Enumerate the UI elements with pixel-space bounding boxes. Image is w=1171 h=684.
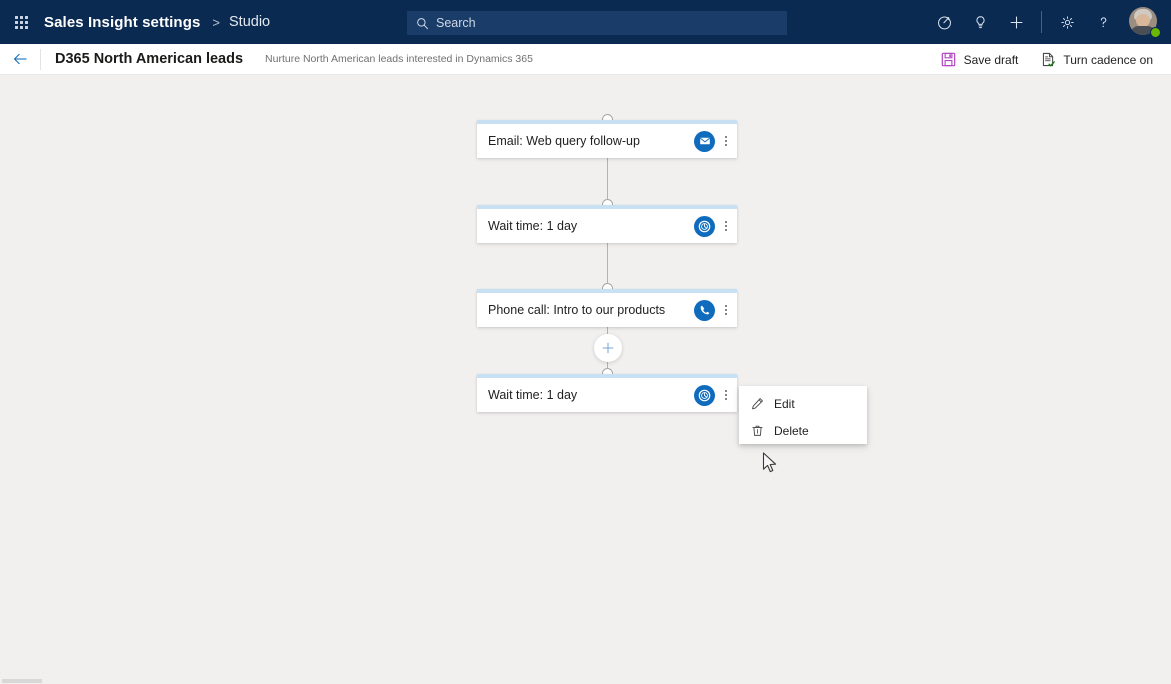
app-launcher-button[interactable] [0,0,42,44]
search-icon [417,17,429,29]
step-card-phone-call-label: Phone call: Intro to our products [488,303,666,317]
tasks-icon-button[interactable] [926,0,962,44]
top-nav-actions [926,0,1163,44]
clock-icon [694,215,715,237]
turn-cadence-on-button[interactable]: Turn cadence on [1032,46,1161,73]
add-icon-button[interactable] [998,0,1034,44]
search-box[interactable] [407,11,787,35]
brand-title[interactable]: Sales Insight settings [42,14,200,31]
trash-icon [749,423,765,439]
turn-cadence-on-label: Turn cadence on [1063,52,1153,67]
waffle-icon [14,15,28,29]
step-card-wait-2-label: Wait time: 1 day [488,388,578,402]
arrow-left-icon [13,53,26,65]
question-mark-icon [1100,16,1106,27]
breadcrumb-studio[interactable]: Studio [229,14,270,30]
gear-icon [1060,15,1074,29]
step-card-email[interactable]: Email: Web query follow-up [477,120,737,158]
add-step-button[interactable] [594,334,622,362]
search-input[interactable] [436,16,736,30]
presence-indicator [1150,27,1161,38]
breadcrumb-separator: > [212,14,220,30]
page-title: D365 North American leads [55,51,244,67]
mouse-cursor [762,452,779,480]
envelope-icon [694,130,715,152]
cadence-designer-canvas[interactable]: Email: Web query follow-up Wait time: 1 … [0,76,1171,684]
step-card-wait-2-more-button[interactable] [715,378,737,412]
lightbulb-icon-button[interactable] [962,0,998,44]
step-card-wait-1-label: Wait time: 1 day [488,219,578,233]
step-card-wait-1[interactable]: Wait time: 1 day [477,205,737,243]
command-bar-actions: Save draft Turn cadence on [927,44,1161,75]
step-card-email-more-button[interactable] [715,124,737,158]
step-card-email-label: Email: Web query follow-up [488,134,640,148]
plus-icon [602,342,614,354]
step-card-wait-1-more-button[interactable] [715,209,737,243]
tasks-icon [937,15,951,29]
save-draft-button[interactable]: Save draft [933,46,1027,73]
context-menu-delete[interactable]: Delete [739,417,867,444]
help-button[interactable] [1085,0,1121,44]
step-card-wait-2[interactable]: Wait time: 1 day [477,374,737,412]
save-draft-label: Save draft [963,52,1019,67]
pencil-icon [749,396,765,412]
context-menu-edit-label: Edit [774,396,795,411]
avatar[interactable] [1129,7,1161,38]
clock-icon [694,384,715,406]
connector-line-1 [607,158,608,205]
context-menu-edit[interactable]: Edit [739,390,867,417]
nav-divider [1041,11,1042,33]
step-card-phone-call[interactable]: Phone call: Intro to our products [477,289,737,327]
page-subtitle: Nurture North American leads interested … [265,53,533,65]
context-menu-delete-label: Delete [774,423,809,438]
more-options-icon [725,305,727,315]
phone-icon [694,299,715,321]
more-options-icon [725,221,727,231]
more-options-icon [725,390,727,400]
command-bar-divider [40,48,41,70]
top-navigation-bar: Sales Insight settings > Studio [0,0,1171,44]
lightbulb-icon [975,15,985,28]
step-context-menu[interactable]: Edit Delete [739,386,867,444]
plus-icon [1010,16,1022,28]
back-button[interactable] [0,44,40,75]
more-options-icon [725,136,727,146]
settings-gear-button[interactable] [1049,0,1085,44]
command-bar: D365 North American leads Nurture North … [0,44,1171,75]
page-check-icon [1040,52,1056,68]
scroll-indicator[interactable] [2,679,42,683]
save-icon [941,52,957,68]
step-card-phone-call-more-button[interactable] [715,293,737,327]
